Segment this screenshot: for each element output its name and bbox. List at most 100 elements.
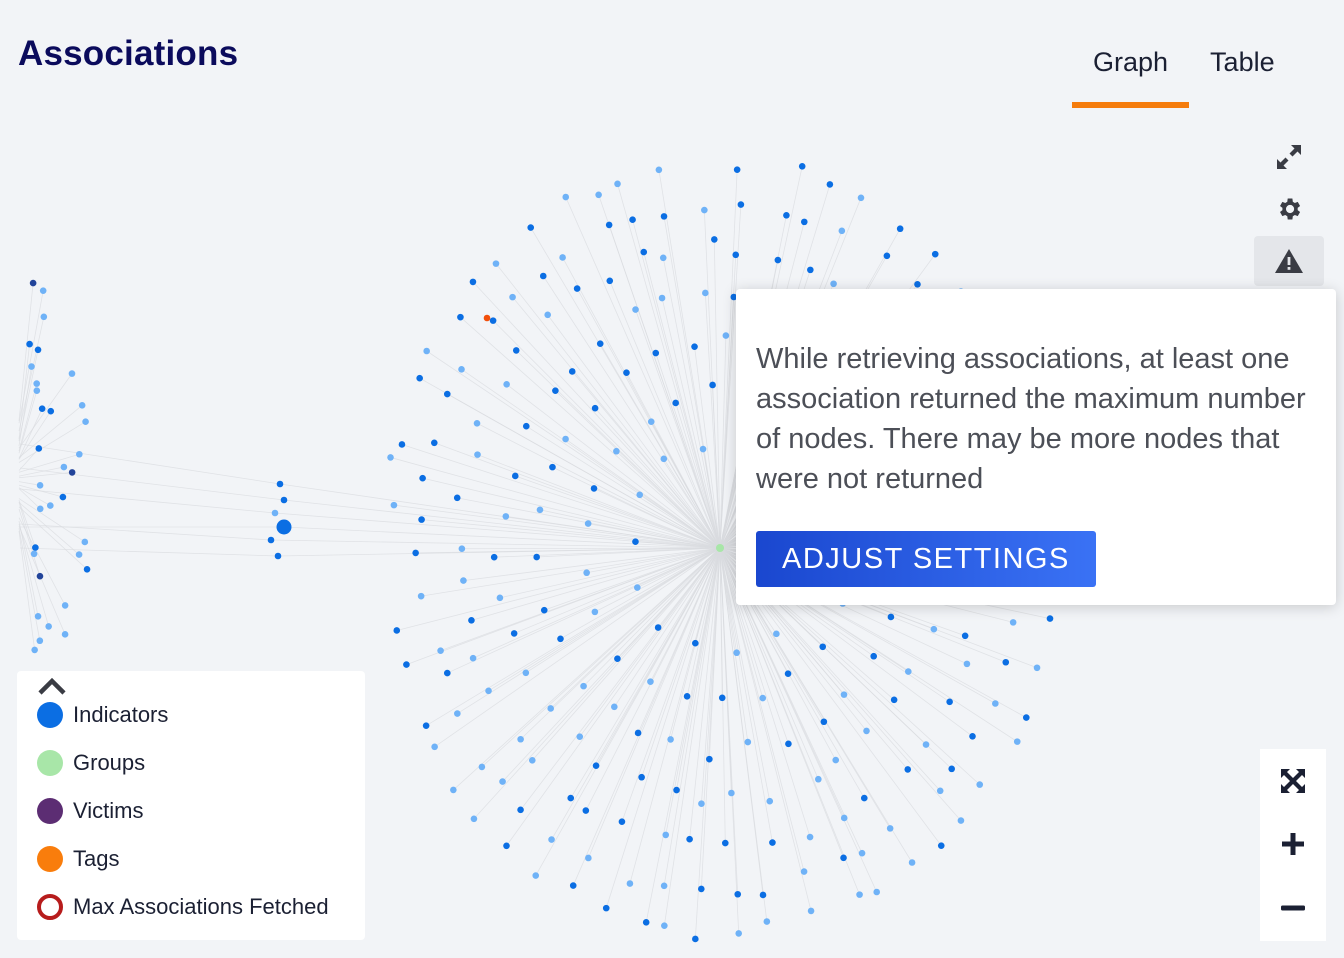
indicator-node[interactable] [549,463,556,471]
indicator-node[interactable] [417,592,425,600]
indicator-node[interactable] [596,340,604,347]
indicator-node[interactable] [992,700,999,707]
indicator-node[interactable] [800,868,808,875]
indicator-node[interactable] [473,419,481,427]
indicator-node[interactable] [773,630,780,638]
indicator-node[interactable] [820,718,828,726]
indicator-node[interactable] [963,660,971,668]
indicator-node[interactable] [734,890,742,898]
indicator-node[interactable] [419,474,426,482]
indicator-node[interactable] [1033,664,1041,672]
indicator-node[interactable] [728,789,735,797]
indicator-node[interactable] [485,687,492,695]
indicator-node[interactable] [460,577,467,584]
indicator-node[interactable] [706,755,713,763]
indicator-node[interactable] [611,703,618,711]
indicator-node[interactable] [522,422,530,430]
indicator-node[interactable] [722,332,730,339]
indicator-node[interactable] [580,682,587,690]
indicator-node[interactable] [606,277,614,285]
indicator-node[interactable] [591,404,599,412]
indicator-node[interactable] [503,842,510,850]
indicator-node[interactable] [614,655,621,663]
indicator-node[interactable] [503,381,510,388]
indicator-node[interactable] [548,836,555,843]
indicator-node[interactable] [517,735,524,743]
indicator-node[interactable] [660,213,668,220]
indicator-node[interactable] [35,445,43,452]
indicator-node[interactable] [709,381,716,389]
indicator-node[interactable] [40,313,48,321]
indicator-node[interactable] [517,806,524,814]
indicator-node[interactable] [412,549,419,557]
indicator-node[interactable] [539,272,547,280]
indicator-node[interactable] [453,494,461,502]
indicator-node[interactable] [1009,619,1017,626]
indicator-node[interactable] [470,815,478,823]
group-node[interactable] [716,544,724,552]
indicator-node[interactable] [536,506,544,514]
indicator-node[interactable] [904,668,912,675]
indicator-node[interactable] [634,729,642,737]
indicator-node[interactable] [890,696,898,704]
indicator-node[interactable] [636,491,644,499]
indicator-node[interactable] [416,374,423,382]
indicator-node[interactable] [659,254,667,262]
indicator-node[interactable] [36,482,44,489]
chevron-up-icon[interactable] [37,675,67,697]
indicator-node[interactable] [1002,658,1010,666]
indicator-node[interactable] [423,347,430,355]
zoom-in-button[interactable] [1260,816,1326,872]
indicator-node[interactable] [735,930,743,937]
indicator-node[interactable] [562,193,570,201]
indicator-node[interactable] [863,727,870,735]
indicator-node[interactable] [701,206,708,214]
indicator-node[interactable] [673,786,680,794]
indicator-node[interactable] [81,538,89,546]
indicator-node[interactable] [605,221,613,229]
indicator-hub-node[interactable] [276,519,292,535]
indicator-node[interactable] [672,399,679,407]
indicator-node[interactable] [532,872,540,879]
indicator-node[interactable] [733,649,740,657]
indicator-node[interactable] [398,441,406,448]
indicator-node[interactable] [1013,738,1021,745]
zoom-out-button[interactable] [1260,880,1326,936]
indicator-node[interactable] [502,513,510,520]
indicator-node[interactable] [759,891,767,899]
indicator-node[interactable] [652,349,660,357]
indicator-node[interactable] [547,705,555,712]
indicator-node[interactable] [36,505,44,513]
indicator-node[interactable] [1046,615,1054,622]
indicator-node[interactable] [711,236,718,243]
indicator-node[interactable] [450,786,457,794]
indicator-node[interactable] [573,285,581,292]
indicator-node[interactable] [457,313,464,321]
indicator-node[interactable] [800,218,808,226]
indicator-node[interactable] [32,544,39,551]
indicator-node[interactable] [390,501,398,509]
indicator-node[interactable] [61,631,69,638]
indicator-node[interactable] [873,888,881,896]
indicator-node[interactable] [403,661,410,668]
indicator-node[interactable] [567,794,575,802]
indicator-node[interactable] [584,520,592,527]
indicator-node[interactable] [469,654,477,662]
indicator-node[interactable] [629,216,636,223]
indicator-node[interactable] [489,317,497,324]
indicator-node[interactable] [887,613,895,621]
indicator-node[interactable] [698,885,705,893]
indicator-node[interactable] [280,496,288,504]
indicator-node[interactable] [267,536,275,544]
indicator-node[interactable] [948,765,955,773]
indicator-node[interactable] [454,710,461,717]
indicator-node[interactable] [36,637,44,645]
indicator-node[interactable] [733,166,741,173]
indicator-node[interactable] [522,669,530,677]
indicator-node[interactable] [642,919,650,926]
indicator-node[interactable] [931,250,939,258]
indicator-node[interactable] [31,646,38,654]
indicator-node[interactable] [691,343,698,350]
indicator-node[interactable] [590,485,598,492]
indicator-node[interactable] [39,287,47,294]
